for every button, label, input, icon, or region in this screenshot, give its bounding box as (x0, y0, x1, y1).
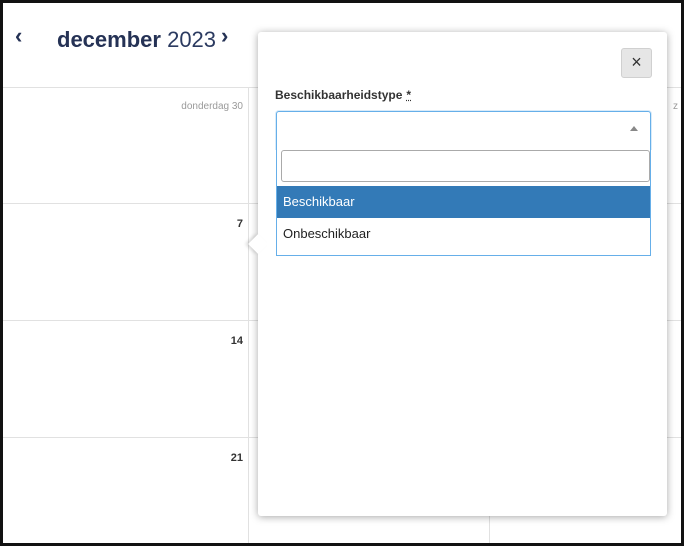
day-header-thursday: donderdag 30 (181, 101, 243, 112)
availability-popover: × Beschikbaarheidstype * Beschikbaar Onbe… (248, 32, 667, 516)
option-onbeschikbaar[interactable]: Onbeschikbaar (277, 218, 650, 250)
grid-line (248, 87, 249, 543)
day-number[interactable]: 21 (203, 452, 243, 464)
chevron-left-icon[interactable]: ‹ (15, 23, 22, 49)
select-dropdown: Beschikbaar Onbeschikbaar (276, 145, 651, 256)
required-marker: * (406, 88, 412, 102)
popover-arrow (248, 234, 268, 254)
app-frame: ‹ december 2023 › donderdag 30 z 7 14 21… (0, 0, 684, 546)
field-label-text: Beschikbaarheidstype (275, 88, 403, 102)
close-icon: × (631, 52, 642, 72)
day-header-fragment: z (673, 101, 678, 112)
caret-up-icon (630, 126, 638, 131)
year-label: 2023 (167, 27, 217, 52)
option-beschikbaar[interactable]: Beschikbaar (277, 186, 650, 218)
availability-type-label: Beschikbaarheidstype * (275, 88, 411, 102)
availability-type-select[interactable] (276, 111, 651, 149)
day-number[interactable]: 14 (203, 335, 243, 347)
dropdown-search-input[interactable] (281, 150, 650, 182)
month-title: december 2023 (57, 27, 216, 53)
chevron-right-icon[interactable]: › (221, 23, 228, 49)
close-button[interactable]: × (621, 48, 652, 78)
month-name: december (57, 27, 161, 52)
day-number[interactable]: 7 (203, 218, 243, 230)
